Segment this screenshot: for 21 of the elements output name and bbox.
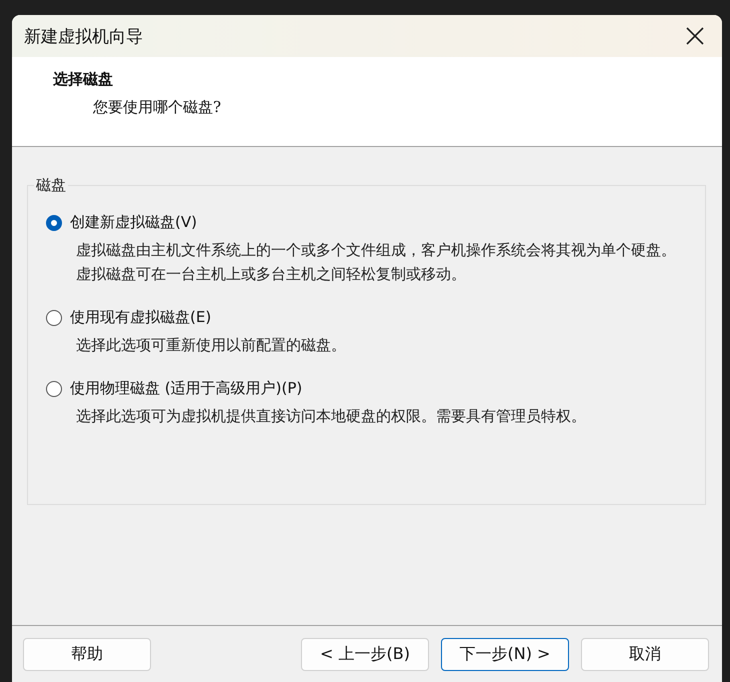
page-subtitle: 您要使用哪个磁盘? bbox=[93, 98, 222, 117]
radio-option[interactable]: 使用现有虚拟磁盘(E) bbox=[46, 308, 685, 327]
option-label: 使用现有虚拟磁盘(E) bbox=[70, 308, 212, 327]
dialog-button[interactable]: 取消 bbox=[581, 638, 709, 670]
option-description: 选择此选项可重新使用以前配置的磁盘。 bbox=[76, 335, 347, 356]
option-description: 虚拟磁盘由主机文件系统上的一个或多个文件组成，客户机操作系统会将其视为单个硬盘。虚拟磁盘可在一台主机上或多台主机之间轻松复制或移动。 bbox=[76, 240, 677, 285]
option-label: 创建新虚拟磁盘(V) bbox=[70, 213, 197, 232]
group-label: 磁盘 bbox=[35, 176, 67, 195]
option-label: 使用物理磁盘 (适用于高级用户)(P) bbox=[70, 379, 302, 398]
radio-option[interactable]: 使用物理磁盘 (适用于高级用户)(P) bbox=[46, 379, 685, 398]
radio-button[interactable] bbox=[46, 380, 62, 396]
radio-button[interactable] bbox=[46, 214, 62, 230]
radio-button[interactable] bbox=[46, 310, 62, 326]
dialog-button[interactable]: < 上一步(B) bbox=[301, 638, 429, 670]
radio-option[interactable]: 创建新虚拟磁盘(V) bbox=[46, 213, 685, 232]
dialog-button[interactable]: 下一步(N) > bbox=[441, 638, 569, 670]
option-description: 选择此选项可为虚拟机提供直接访问本地硬盘的权限。需要具有管理员特权。 bbox=[76, 406, 587, 427]
dialog-button[interactable]: 帮助 bbox=[23, 638, 151, 670]
page-heading: 选择磁盘 bbox=[53, 70, 114, 89]
close-icon bbox=[686, 27, 704, 45]
window-title: 新建虚拟机向导 bbox=[24, 26, 143, 48]
